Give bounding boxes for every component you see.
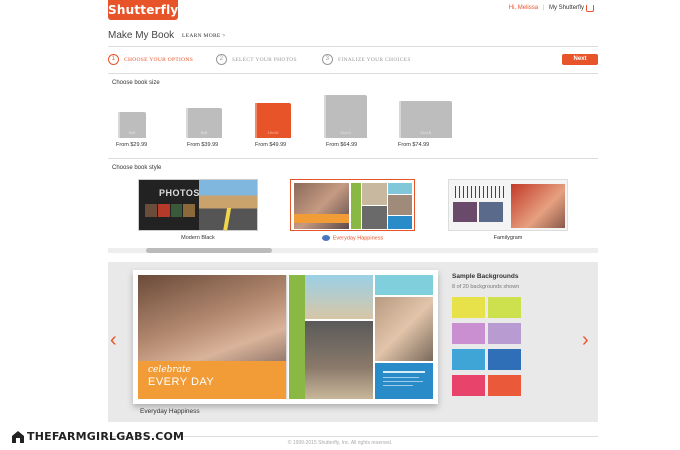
background-swatch[interactable]: [452, 323, 485, 344]
book-size-thumb: 5x5: [118, 112, 146, 138]
step-number: 3: [322, 54, 333, 65]
book-size-thumb: 12x12: [324, 95, 367, 138]
blue-text-panel: [375, 363, 433, 399]
style-thumb-everyday-happiness[interactable]: [290, 179, 415, 231]
road-photo: [199, 180, 257, 230]
style-name-everyday-happiness[interactable]: Everyday Happiness: [290, 235, 415, 241]
style-name-label: Everyday Happiness: [332, 235, 384, 242]
style-thumb-familygram[interactable]: [448, 179, 568, 231]
my-shutterfly-link[interactable]: My Shutterfly: [549, 5, 584, 11]
watermark: THEFARMGIRLGABS.COM: [12, 430, 184, 443]
page-photo: [362, 206, 387, 229]
book-size-thumb: 8x8: [186, 108, 222, 138]
step-label: SELECT YOUR PHOTOS: [232, 56, 297, 63]
step-select-photos[interactable]: 2 SELECT YOUR PHOTOS: [216, 54, 297, 65]
background-swatch[interactable]: [488, 323, 521, 344]
divider: [108, 158, 598, 159]
background-swatch[interactable]: [452, 349, 485, 370]
cover-line-1: celebrate: [148, 365, 191, 375]
cover-line-2: EVERY DAY: [148, 376, 215, 388]
next-button[interactable]: Next: [562, 54, 598, 65]
shopping-cart-icon[interactable]: [586, 5, 594, 12]
greeting-link[interactable]: Hi, Melissa: [509, 5, 538, 11]
playground-photo: [305, 321, 373, 399]
background-swatch[interactable]: [488, 297, 521, 318]
book-size-thumb: 12x18: [399, 101, 452, 138]
book-spine: [286, 275, 288, 399]
chevron-right-icon[interactable]: ›: [582, 330, 589, 350]
page-photo: [453, 202, 477, 222]
page-photo: [388, 183, 412, 194]
background-swatch[interactable]: [452, 375, 485, 396]
green-strip: [289, 275, 305, 399]
book-size-heading: Choose book size: [112, 80, 160, 86]
background-swatch[interactable]: [452, 297, 485, 318]
book-size-price: From $74.99: [398, 142, 430, 148]
nav-divider: |: [542, 5, 545, 11]
blue-panel: [388, 216, 412, 229]
book-style-heading: Choose book style: [112, 165, 162, 171]
open-book-preview: celebrate EVERY DAY: [133, 270, 438, 404]
child-photo: [375, 297, 433, 361]
style-scrollbar-thumb[interactable]: [146, 248, 272, 253]
preview-caption: Everyday Happiness: [140, 408, 200, 415]
book-size-price: From $29.99: [116, 142, 148, 148]
book-size-price: From $39.99: [187, 142, 219, 148]
step-choose-options[interactable]: 1 CHOOSE YOUR OPTIONS: [108, 54, 193, 65]
green-strip: [351, 183, 361, 229]
book-size-price: From $64.99: [326, 142, 358, 148]
style-name-modern-black[interactable]: Modern Black: [138, 235, 258, 241]
step-label: CHOOSE YOUR OPTIONS: [124, 56, 194, 63]
background-swatch[interactable]: [488, 349, 521, 370]
page: Shutterfly Hi, Melissa | My Shutterfly M…: [0, 0, 680, 450]
background-swatch[interactable]: [488, 375, 521, 396]
selected-check-icon: [321, 235, 330, 241]
orange-banner: [294, 214, 349, 223]
feature-photo: [511, 184, 565, 228]
divider: [108, 73, 598, 74]
step-label: FINALIZE YOUR CHOICES: [338, 56, 411, 63]
photo-strip: [145, 204, 195, 217]
page-photo: [479, 202, 503, 222]
page-title: Make My Book: [108, 30, 175, 41]
teal-panel: [375, 275, 433, 295]
step-finalize-choices[interactable]: 3 FINALIZE YOUR CHOICES: [322, 54, 411, 65]
text-block: [455, 186, 505, 198]
chevron-left-icon[interactable]: ‹: [110, 330, 117, 350]
cover-title: PHOTOS: [159, 188, 200, 198]
step-number: 1: [108, 54, 119, 65]
watermark-text: THEFARMGIRLGABS.COM: [27, 430, 185, 443]
barn-icon: [12, 431, 24, 443]
page-photo: [388, 195, 412, 215]
book-size-thumb-selected: 10x10: [255, 103, 291, 138]
sample-backgrounds-title: Sample Backgrounds: [452, 273, 519, 280]
style-name-familygram[interactable]: Familygram: [448, 235, 568, 241]
divider: [108, 46, 598, 47]
sample-backgrounds-count: 8 of 20 backgrounds shown: [452, 284, 520, 290]
book-size-price: From $49.99: [255, 142, 287, 148]
learn-more-link[interactable]: LEARN MORE >: [182, 33, 226, 39]
shutterfly-logo[interactable]: Shutterfly: [108, 0, 178, 20]
step-number: 2: [216, 54, 227, 65]
style-thumb-modern-black[interactable]: PHOTOS: [138, 179, 258, 231]
beach-photo: [305, 275, 373, 319]
page-photo: [362, 183, 387, 205]
top-nav: Hi, Melissa | My Shutterfly: [509, 5, 584, 11]
